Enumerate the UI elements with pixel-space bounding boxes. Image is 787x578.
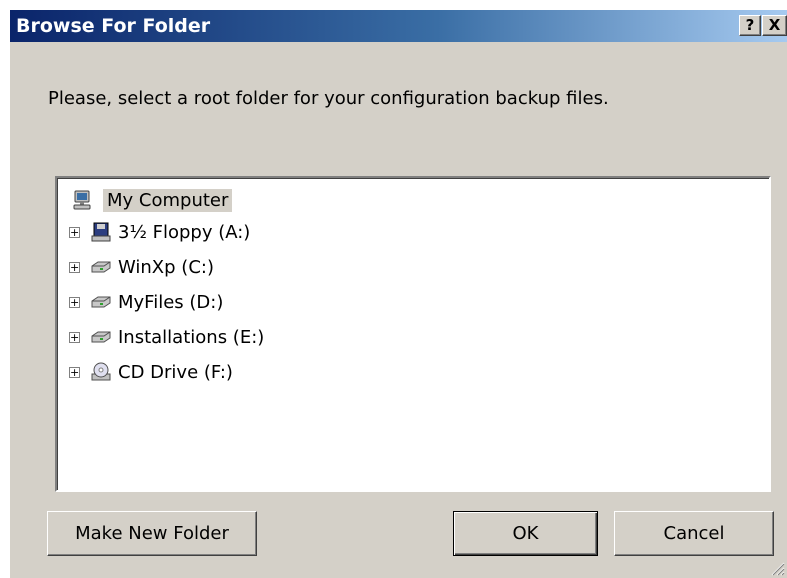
tree-item-my-computer[interactable]: My Computer bbox=[71, 186, 233, 214]
hard-drive-icon bbox=[91, 331, 111, 343]
hard-drive-icon bbox=[91, 261, 111, 273]
expand-icon[interactable]: + bbox=[69, 331, 80, 343]
ok-button[interactable]: OK bbox=[453, 511, 598, 556]
expand-icon[interactable]: + bbox=[69, 226, 80, 238]
tree-item-label: CD Drive (F:) bbox=[118, 361, 233, 383]
resize-grip-icon[interactable] bbox=[769, 560, 785, 576]
tree-item-label: MyFiles (D:) bbox=[118, 291, 224, 313]
expand-icon[interactable]: + bbox=[69, 261, 80, 273]
tree-item-label: My Computer bbox=[103, 188, 233, 212]
expand-icon[interactable]: + bbox=[69, 296, 80, 308]
tree-item-label: WinXp (C:) bbox=[118, 256, 214, 278]
tree-item-cd-drive-f[interactable]: + CD Drive (F:) bbox=[69, 358, 233, 386]
folder-tree[interactable]: My Computer + 3½ Floppy (A:) + WinXp (C:… bbox=[55, 176, 771, 492]
my-computer-icon bbox=[73, 190, 91, 210]
instruction-text: Please, select a root folder for your co… bbox=[48, 88, 609, 109]
tree-item-floppy[interactable]: + 3½ Floppy (A:) bbox=[69, 218, 250, 246]
close-button[interactable]: X bbox=[762, 15, 787, 36]
floppy-drive-icon bbox=[91, 222, 111, 242]
help-button[interactable]: ? bbox=[739, 15, 761, 36]
tree-item-winxp-c[interactable]: + WinXp (C:) bbox=[69, 253, 214, 281]
window-title: Browse For Folder bbox=[16, 15, 211, 37]
title-bar[interactable]: Browse For Folder ? X bbox=[10, 10, 787, 42]
hard-drive-icon bbox=[91, 296, 111, 308]
browse-for-folder-dialog: Browse For Folder ? X Please, select a r… bbox=[8, 8, 787, 578]
tree-item-label: Installations (E:) bbox=[118, 326, 265, 348]
cancel-button[interactable]: Cancel bbox=[614, 511, 774, 556]
tree-item-installations-e[interactable]: + Installations (E:) bbox=[69, 323, 264, 351]
expand-icon[interactable]: + bbox=[69, 366, 80, 378]
tree-item-label: 3½ Floppy (A:) bbox=[118, 221, 251, 243]
make-new-folder-button[interactable]: Make New Folder bbox=[47, 511, 257, 556]
cd-drive-icon bbox=[91, 362, 111, 381]
tree-item-myfiles-d[interactable]: + MyFiles (D:) bbox=[69, 288, 223, 316]
